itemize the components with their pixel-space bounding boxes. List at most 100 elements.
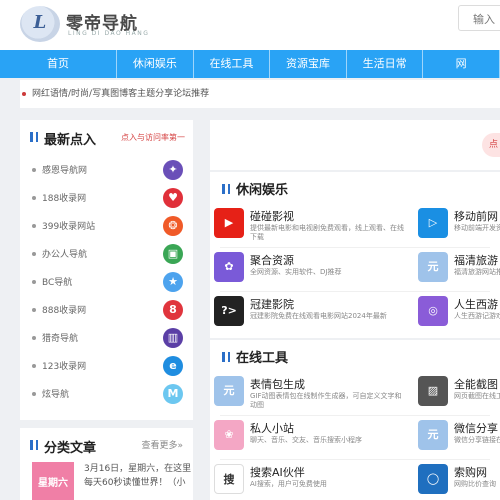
site-logo-icon: ▥ [163, 328, 183, 348]
bullet-icon [32, 280, 36, 284]
site-card[interactable]: ◎ 人生西游人生西游记游戏推荐 [416, 294, 500, 334]
site-list-item[interactable]: 感恩导航网 ✦ [20, 156, 193, 184]
site-card-name: 索购网 [454, 466, 487, 479]
site-card-desc: 全网资源、实用软件、DJ推荐 [250, 268, 342, 276]
site-list-item[interactable]: 399收录网站 ❂ [20, 212, 193, 240]
section-icon [222, 184, 230, 194]
site-card[interactable]: ✿ 聚合资源 全网资源、实用软件、DJ推荐 [212, 250, 408, 290]
site-card-icon: 元 [418, 420, 448, 450]
sidebar: 最新点入 点入与访问率第一 感恩导航网 ✦ 188收录网 ♥ 399收录网站 ❂ 办公人导航… [20, 120, 193, 500]
banner-button[interactable]: 点 [482, 133, 500, 157]
articles-title: 分类文章 [44, 441, 97, 456]
bullet-icon [32, 224, 36, 228]
nav-home[interactable]: 首页 [0, 50, 118, 78]
site-card[interactable]: ▶ 碰碰影视 提供最新电影和电视剧免费观看，线上观看、在线下载 [212, 206, 408, 246]
site-list-item[interactable]: 猎奇导航 ▥ [20, 324, 193, 352]
site-card[interactable]: ?> 冠建影院 冠建影院免费在线观看电影网站2024年最新 [212, 294, 408, 334]
site-card[interactable]: 元微信分享微信分享链接在线生成 [416, 418, 500, 458]
nav-tools[interactable]: 在线工具 [194, 50, 271, 78]
row-divider [220, 459, 490, 460]
site-label: 感恩导航网 [42, 166, 88, 176]
site-card-icon: ?> [214, 296, 244, 326]
bullet-icon [32, 252, 36, 256]
section-icon [30, 440, 38, 450]
more-link[interactable]: 查看更多» [141, 438, 183, 451]
section-header: 休闲娱乐 [210, 172, 500, 202]
site-header: L 零帝导航 LING DI DAO HANG 输入 [0, 0, 500, 50]
site-list-item[interactable]: BC导航 ★ [20, 268, 193, 296]
section-header: 在线工具 [210, 340, 500, 370]
site-card-icon: ◎ [418, 296, 448, 326]
site-logo-icon: M [163, 384, 183, 404]
site-list-item[interactable]: 炫导航 M [20, 380, 193, 408]
row-divider [220, 247, 490, 248]
site-card[interactable]: ▷ 移动前网移动前端开发资源分享 [416, 206, 500, 246]
search-input[interactable]: 输入 [458, 5, 500, 31]
site-card-name: 全能截图 [454, 378, 498, 391]
site-card-name: 碰碰影视 [250, 210, 294, 223]
site-card-desc: 微信分享链接在线生成 [454, 436, 500, 444]
site-list-item[interactable]: 888收录网 8 [20, 296, 193, 324]
section-tools: 在线工具 元表情包生成 GIF动图表情包在线制作生成器，可自定义文字和动图 ▨ 全能截… [210, 340, 500, 500]
articles-header: 分类文章 查看更多» [20, 420, 193, 456]
nav-more[interactable]: 网 [423, 50, 500, 78]
site-logo-icon: 8 [163, 300, 183, 320]
site-card-icon: ❀ [214, 420, 244, 450]
site-card-icon: ▨ [418, 376, 448, 406]
site-list-item[interactable]: 办公人导航 ▣ [20, 240, 193, 268]
site-card[interactable]: ◯ 索购网 网购比价查询 [416, 462, 500, 500]
section-icon [30, 132, 38, 142]
nav-resources[interactable]: 资源宝库 [270, 50, 347, 78]
site-card[interactable]: 搜搜索AI伙伴 AI搜索，用户可免费使用 [212, 462, 408, 500]
sidebar-title: 最新点入 [44, 133, 97, 148]
site-card-name: 表情包生成 [250, 378, 305, 391]
site-card-desc: 聊天、音乐、交友、音乐搜索小程序 [250, 436, 362, 444]
site-card-icon: 元 [418, 252, 448, 282]
site-label: 188收录网 [42, 194, 87, 204]
row-divider [220, 415, 490, 416]
site-card-name: 福清旅游 [454, 254, 498, 267]
site-list-item[interactable]: 123收录网 e [20, 352, 193, 380]
site-card-desc: 提供最新电影和电视剧免费观看，线上观看、在线下载 [250, 224, 404, 241]
site-label: 399收录网站 [42, 222, 96, 232]
article-item[interactable]: 星期六 3月16日，星期六，在这里每天60秒读懂世界！（小 [20, 460, 193, 500]
nav-leisure[interactable]: 休闲娱乐 [117, 50, 194, 78]
section-title: 在线工具 [236, 351, 289, 366]
sidebar-header: 最新点入 点入与访问率第一 [20, 120, 193, 154]
section-leisure: 休闲娱乐 ▶ 碰碰影视 提供最新电影和电视剧免费观看，线上观看、在线下载 ▷ 移动前网移… [210, 172, 500, 338]
site-card-desc: 移动前端开发资源分享 [454, 224, 500, 232]
site-logo-icon: ▣ [163, 244, 183, 264]
logo-letter-icon: L [33, 12, 47, 33]
nav-life[interactable]: 生活日常 [347, 50, 424, 78]
site-logo-icon: ♥ [163, 188, 183, 208]
site-card-icon: ▶ [214, 208, 244, 238]
site-card-desc: GIF动图表情包在线制作生成器，可自定义文字和动图 [250, 392, 402, 409]
site-card[interactable]: 元福清旅游福清旅游网站推荐 [416, 250, 500, 290]
site-card[interactable]: ▨ 全能截图网页截图在线工具 [416, 374, 500, 414]
banner: 点 [210, 120, 500, 170]
site-card-desc: 网购比价查询 [454, 480, 496, 488]
site-logo-icon: e [163, 356, 183, 376]
site-card-icon: 搜 [214, 464, 244, 494]
site-card-name: 移动前网 [454, 210, 498, 223]
bullet-icon [32, 168, 36, 172]
site-card[interactable]: ❀ 私人小站 聊天、音乐、交友、音乐搜索小程序 [212, 418, 408, 458]
site-card-name: 私人小站 [250, 422, 294, 435]
section-title: 休闲娱乐 [236, 183, 289, 198]
site-logo-icon: ✦ [163, 160, 183, 180]
sidebar-hint: 点入与访问率第一 [121, 133, 185, 142]
site-logo-icon: ★ [163, 272, 183, 292]
site-card[interactable]: 元表情包生成 GIF动图表情包在线制作生成器，可自定义文字和动图 [212, 374, 408, 414]
bullet-icon [32, 392, 36, 396]
site-label: BC导航 [42, 278, 73, 288]
article-text: 3月16日，星期六，在这里每天60秒读懂世界！（小 [84, 464, 192, 488]
site-list-item[interactable]: 188收录网 ♥ [20, 184, 193, 212]
site-card-name: 冠建影院 [250, 298, 294, 311]
brand-subtitle: LING DI DAO HANG [68, 30, 150, 37]
site-card-name: 人生西游 [454, 298, 498, 311]
bullet-icon [32, 336, 36, 340]
site-card-desc: 网页截图在线工具 [454, 392, 500, 400]
site-card-name: 微信分享 [454, 422, 498, 435]
notice-bar[interactable]: 网红语情/时尚/写真图博客主题分享论坛推荐 [20, 80, 500, 108]
site-card-desc: 人生西游记游戏推荐 [454, 312, 500, 320]
